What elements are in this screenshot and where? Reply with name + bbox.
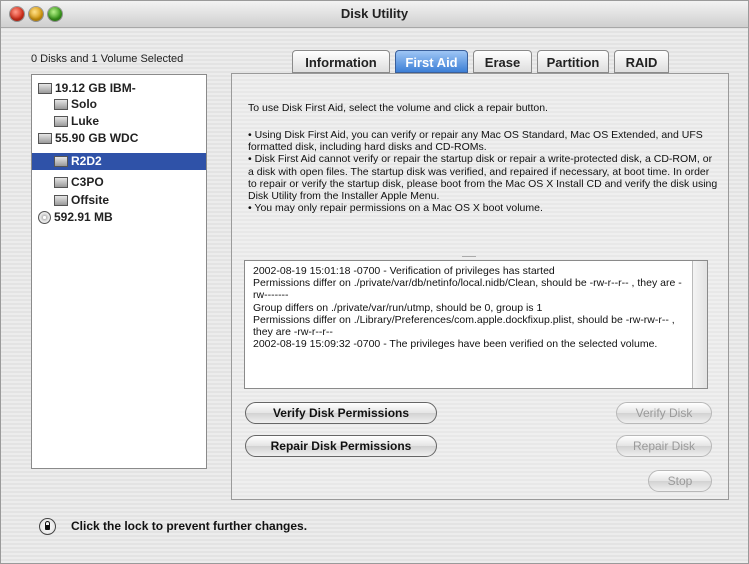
- log-line: Permissions differ on ./private/var/db/n…: [253, 277, 682, 302]
- log-line: Group differs on ./private/var/run/utmp,…: [253, 301, 543, 314]
- disk-icon: [38, 83, 52, 95]
- tab-first-aid[interactable]: First Aid: [395, 50, 468, 73]
- volume-label: 592.91 MB: [54, 210, 113, 224]
- volume-icon: [54, 99, 68, 111]
- note-item: • Disk First Aid cannot verify or repair…: [248, 153, 718, 203]
- volume-list-item-selected[interactable]: R2D2: [32, 153, 206, 170]
- note-item: • You may only repair permissions on a M…: [248, 202, 543, 215]
- verify-disk-button[interactable]: Verify Disk: [616, 402, 712, 424]
- log-scrollbar[interactable]: [692, 261, 707, 388]
- volume-list-item[interactable]: Solo: [54, 96, 97, 113]
- lock-label: Click the lock to prevent further change…: [71, 519, 308, 533]
- first-aid-instruction: To use Disk First Aid, select the volume…: [248, 102, 548, 114]
- log-line: Permissions differ on ./Library/Preferen…: [253, 313, 675, 339]
- selection-status: 0 Disks and 1 Volume Selected: [31, 53, 184, 65]
- tab-raid[interactable]: RAID: [614, 50, 669, 73]
- volume-list-item[interactable]: 55.90 GB WDC: [38, 130, 138, 147]
- volume-list-item[interactable]: Offsite: [54, 192, 109, 209]
- verify-disk-permissions-button[interactable]: Verify Disk Permissions: [245, 402, 437, 424]
- volume-icon: [54, 177, 68, 189]
- volume-label: 55.90 GB WDC: [55, 131, 139, 145]
- volume-icon: [54, 156, 68, 168]
- volume-list[interactable]: 19.12 GB IBM- Solo Luke 55.90 GB WDC R2D…: [31, 74, 207, 469]
- repair-disk-permissions-button[interactable]: Repair Disk Permissions: [245, 435, 437, 457]
- note-item: • Using Disk First Aid, you can verify o…: [248, 129, 703, 154]
- disk-icon: [38, 133, 52, 145]
- title-bar[interactable]: Disk Utility: [1, 1, 748, 28]
- volume-label: C3PO: [71, 175, 104, 189]
- log-line: 2002-08-19 15:01:18 -0700 - Verification…: [253, 265, 555, 277]
- volume-icon: [54, 116, 68, 128]
- volume-label: Luke: [71, 114, 100, 128]
- tab-partition[interactable]: Partition: [537, 50, 609, 73]
- log-view[interactable]: 2002-08-19 15:01:18 -0700 - Verification…: [244, 260, 708, 389]
- repair-disk-button[interactable]: Repair Disk: [616, 435, 712, 457]
- tab-information[interactable]: Information: [292, 50, 390, 73]
- stop-button[interactable]: Stop: [648, 470, 712, 492]
- lock-icon[interactable]: [39, 518, 56, 535]
- volume-list-item[interactable]: 592.91 MB: [38, 209, 113, 226]
- volume-list-item[interactable]: Luke: [54, 113, 99, 130]
- volume-icon: [54, 195, 68, 207]
- first-aid-notes: • Using Disk First Aid, you can verify o…: [248, 129, 720, 214]
- cd-icon: [38, 211, 51, 225]
- volume-label: Offsite: [71, 193, 110, 207]
- volume-label: 19.12 GB IBM-: [55, 81, 136, 95]
- first-aid-panel: To use Disk First Aid, select the volume…: [231, 73, 729, 500]
- tab-erase[interactable]: Erase: [473, 50, 532, 73]
- volume-label: R2D2: [71, 154, 102, 168]
- volume-label: Solo: [71, 97, 97, 111]
- log-line: 2002-08-19 15:09:32 -0700 - The privileg…: [253, 338, 658, 351]
- disk-utility-window: Disk Utility 0 Disks and 1 Volume Select…: [0, 0, 749, 564]
- volume-list-item[interactable]: C3PO: [54, 174, 104, 191]
- window-title: Disk Utility: [340, 6, 409, 21]
- volume-list-item[interactable]: 19.12 GB IBM-: [38, 80, 136, 97]
